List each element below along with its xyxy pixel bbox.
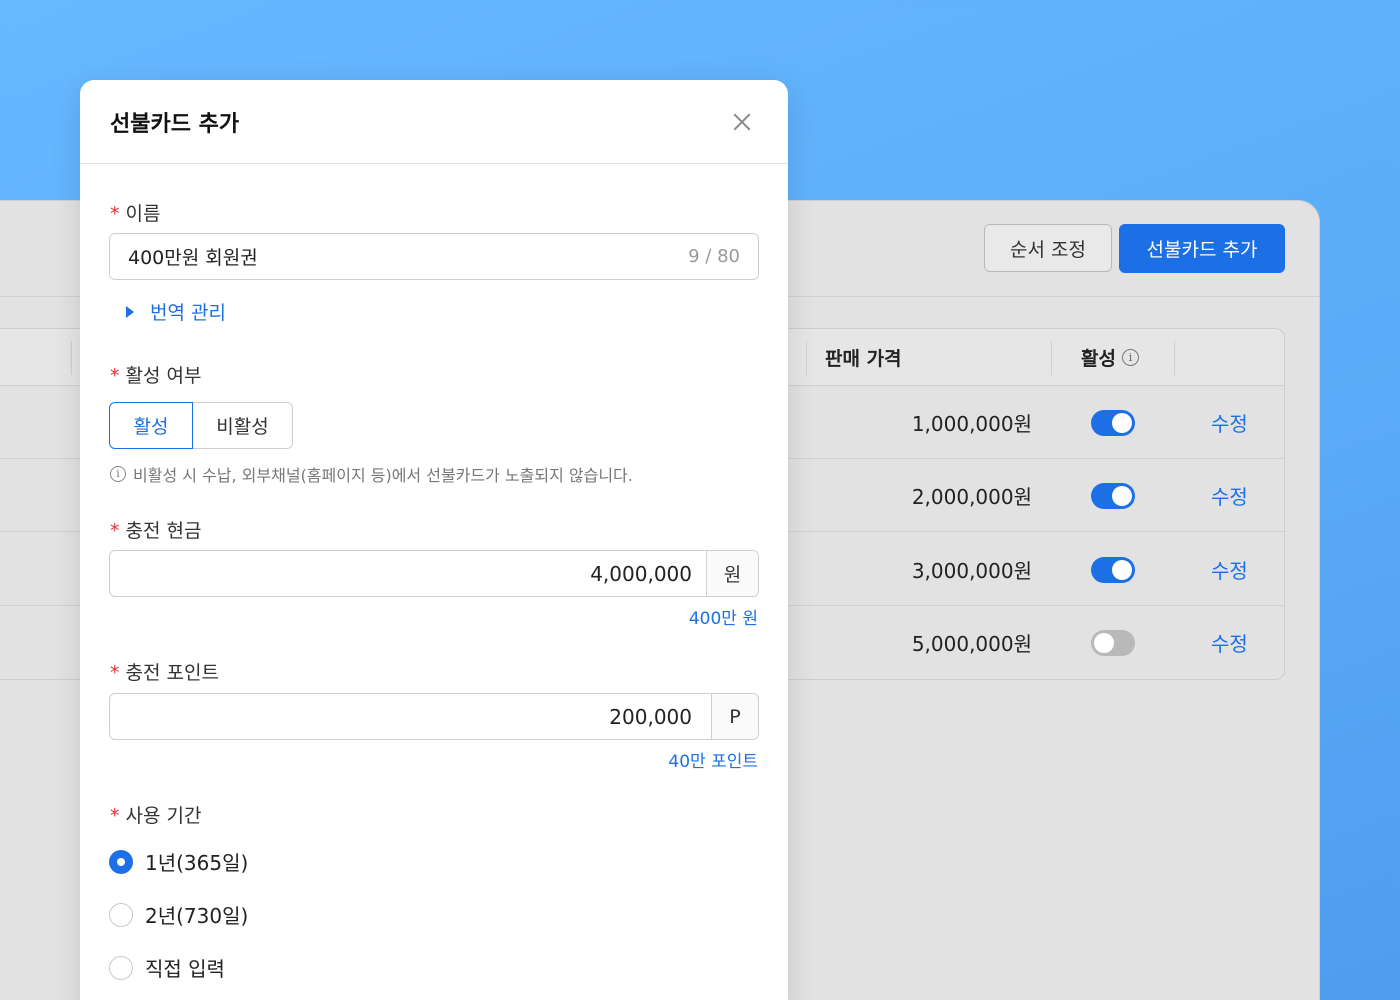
edit-link[interactable]: 수정: [1211, 386, 1248, 459]
required-marker: *: [110, 805, 120, 827]
cash-unit: 원: [706, 551, 758, 596]
edit-link[interactable]: 수정: [1211, 459, 1248, 532]
required-marker: *: [110, 203, 120, 225]
info-icon: i: [110, 466, 126, 482]
cash-label: * 충전 현금: [110, 516, 201, 543]
column-separator: [1174, 341, 1175, 375]
toggle-knob: [1112, 413, 1132, 433]
point-readable-amount: 40만 포인트: [668, 752, 758, 772]
name-field[interactable]: 400만원 회원권 9 / 80: [109, 233, 759, 280]
name-label: * 이름: [110, 199, 160, 226]
radio-unchecked-icon: [109, 955, 133, 980]
period-option-custom[interactable]: 직접 입력: [109, 953, 225, 982]
active-toggle[interactable]: [1091, 630, 1135, 656]
point-value: 200,000: [609, 704, 692, 729]
point-field[interactable]: 200,000 P: [109, 693, 759, 740]
required-marker: *: [110, 520, 120, 542]
point-label-text: 충전 포인트: [125, 662, 219, 684]
period-label: * 사용 기간: [110, 801, 201, 828]
cash-value: 4,000,000: [590, 561, 692, 586]
period-option-label: 직접 입력: [145, 957, 225, 981]
price-cell: 2,000,000원: [911, 485, 1032, 509]
reorder-button[interactable]: 순서 조정: [984, 224, 1112, 272]
price-cell: 5,000,000원: [911, 632, 1032, 656]
column-separator: [71, 341, 72, 375]
required-marker: *: [110, 662, 120, 684]
edit-link[interactable]: 수정: [1211, 606, 1248, 679]
active-label-text: 활성 여부: [125, 365, 202, 387]
price-cell: 1,000,000원: [911, 412, 1032, 436]
period-option-2year[interactable]: 2년(730일): [109, 900, 248, 929]
active-hint-text: 비활성 시 수납, 외부채널(홈페이지 등)에서 선불카드가 노출되지 않습니다…: [133, 466, 633, 485]
period-option-label: 2년(730일): [145, 904, 249, 928]
point-label: * 충전 포인트: [110, 658, 219, 685]
add-prepaid-card-modal: 선불카드 추가 * 이름 400만원 회원권 9 / 80 번역 관리 * 활성 여…: [80, 80, 788, 1000]
required-marker: *: [110, 365, 120, 387]
radio-checked-icon: [109, 849, 133, 874]
column-header-price-label: 판매 가격: [825, 348, 902, 370]
active-toggle[interactable]: [1091, 483, 1135, 509]
point-unit: P: [711, 694, 758, 739]
caret-right-icon: [126, 305, 134, 318]
period-label-text: 사용 기간: [125, 805, 202, 827]
cash-field[interactable]: 4,000,000 원: [109, 550, 759, 597]
close-icon[interactable]: [726, 106, 758, 138]
period-option-1year[interactable]: 1년(365일): [109, 847, 248, 876]
active-segmented-control: 활성 비활성: [109, 402, 293, 449]
add-prepaid-card-button[interactable]: 선불카드 추가: [1119, 224, 1285, 273]
inactive-option[interactable]: 비활성: [192, 402, 293, 449]
column-separator: [806, 341, 807, 375]
cash-readable-amount: 400만 원: [688, 609, 758, 629]
edit-link[interactable]: 수정: [1211, 533, 1248, 606]
modal-title: 선불카드 추가: [110, 112, 240, 137]
active-option[interactable]: 활성: [109, 402, 193, 449]
column-separator: [1051, 341, 1052, 375]
translation-toggle[interactable]: 번역 관리: [126, 298, 226, 325]
toggle-knob: [1094, 633, 1114, 653]
active-toggle[interactable]: [1091, 557, 1135, 583]
period-option-label: 1년(365일): [145, 851, 249, 875]
column-header-active-label: 활성: [1081, 348, 1116, 370]
active-hint: i 비활성 시 수납, 외부채널(홈페이지 등)에서 선불카드가 노출되지 않습…: [110, 462, 633, 486]
toggle-knob: [1112, 560, 1132, 580]
translation-label: 번역 관리: [150, 302, 226, 324]
name-value: 400만원 회원권: [128, 247, 258, 269]
modal-header: 선불카드 추가: [80, 80, 788, 164]
name-label-text: 이름: [125, 203, 161, 225]
cash-label-text: 충전 현금: [125, 520, 202, 542]
active-toggle[interactable]: [1091, 410, 1135, 436]
active-label: * 활성 여부: [110, 361, 201, 388]
column-header-active: 활성 i: [1081, 329, 1139, 386]
column-header-price: 판매 가격: [825, 329, 902, 386]
toggle-knob: [1112, 486, 1132, 506]
radio-unchecked-icon: [109, 902, 133, 927]
price-cell: 3,000,000원: [911, 559, 1032, 583]
char-counter: 9 / 80: [688, 246, 740, 267]
info-icon[interactable]: i: [1121, 349, 1139, 366]
